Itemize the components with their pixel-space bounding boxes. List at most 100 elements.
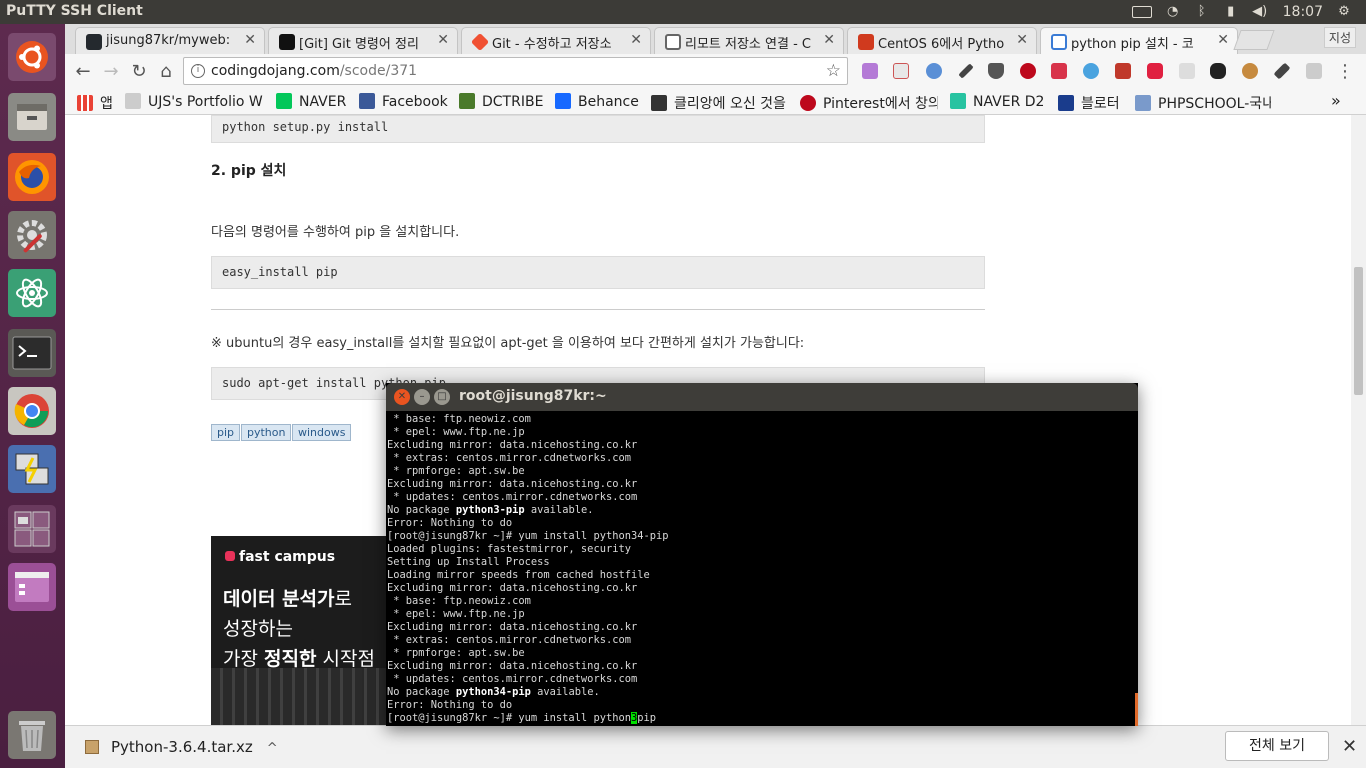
launcher-atom[interactable] [5, 266, 59, 320]
package-name: python3-pip [455, 504, 525, 516]
tab-git-commands[interactable]: [Git] Git 명령어 정리 ✕ [268, 27, 458, 54]
extension-icon[interactable] [1306, 63, 1322, 79]
ad-line-3-pre: 가장 [223, 648, 264, 670]
bookmark-label: DCTRIBE [482, 94, 544, 110]
back-arrow-icon[interactable]: ← [71, 60, 95, 84]
extension-icon[interactable] [1210, 63, 1226, 79]
putty-terminal-window[interactable]: ✕ – □ root@jisung87kr:~ * base: ftp.neow… [386, 383, 1138, 726]
download-item[interactable]: Python-3.6.4.tar.xz ^ [85, 738, 278, 756]
terminal-line: Excluding mirror: data.nicehosting.co.kr [387, 582, 638, 594]
bookmark-clien[interactable]: 클리앙에 오신 것을 [651, 93, 791, 113]
close-tab-icon[interactable]: ✕ [1016, 32, 1028, 48]
battery-icon[interactable]: ▮ [1223, 5, 1239, 19]
forward-arrow-icon[interactable]: → [99, 60, 123, 84]
bookmark-facebook[interactable]: Facebook [359, 93, 448, 110]
close-tab-icon[interactable]: ✕ [630, 32, 642, 48]
close-tab-icon[interactable]: ✕ [1217, 32, 1229, 48]
clock[interactable]: 18:07 [1283, 4, 1323, 20]
bookmark-star-icon[interactable]: ☆ [826, 61, 841, 81]
launcher-firefox[interactable] [5, 150, 59, 204]
pinterest-icon[interactable] [1020, 63, 1036, 79]
bookmark-behance[interactable]: Behance [555, 93, 639, 110]
close-tab-icon[interactable]: ✕ [437, 32, 449, 48]
dash-home-button[interactable] [5, 30, 59, 84]
tab-label: CentOS 6에서 Pytho [878, 37, 1005, 52]
tab-python-pip[interactable]: python pip 설치 - 코 ✕ [1040, 27, 1238, 54]
wifi-icon[interactable]: ◔ [1165, 5, 1181, 19]
tab-centos-python[interactable]: CentOS 6에서 Pytho ✕ [847, 27, 1037, 54]
terminal-resize-edge[interactable] [1135, 693, 1138, 726]
maximize-window-icon[interactable]: □ [434, 389, 450, 405]
address-bar[interactable]: i codingdojang.com/scode/371 ☆ [183, 57, 848, 85]
site-info-icon[interactable]: i [191, 64, 205, 78]
tab-git-docs[interactable]: Git - 수정하고 저장소 ✕ [461, 27, 651, 54]
bookmark-naver[interactable]: NAVER [276, 93, 346, 110]
volume-icon[interactable]: ◀) [1252, 5, 1268, 19]
close-tab-icon[interactable]: ✕ [823, 32, 835, 48]
terminal-icon [8, 329, 56, 377]
terminal-titlebar[interactable]: ✕ – □ root@jisung87kr:~ [386, 383, 1138, 411]
close-tab-icon[interactable]: ✕ [244, 32, 256, 48]
launcher-workspace-switcher[interactable] [5, 502, 59, 556]
launcher-trash[interactable] [5, 708, 59, 762]
extension-icon[interactable] [1115, 63, 1131, 79]
extension-icon[interactable] [1147, 63, 1163, 79]
tab-remote-repo[interactable]: 리모트 저장소 연결 - C ✕ [654, 27, 844, 54]
pocket-icon[interactable] [988, 63, 1004, 79]
terminal-output[interactable]: * base: ftp.neowiz.com * epel: www.ftp.n… [386, 411, 1138, 726]
bookmark-label: Behance [578, 94, 639, 110]
extension-icon[interactable] [1179, 63, 1195, 79]
launcher-chrome[interactable] [5, 384, 59, 438]
launcher-app-window[interactable] [5, 560, 59, 614]
bookmarks-overflow-icon[interactable]: » [1331, 91, 1341, 110]
bookmark-naver-d2[interactable]: NAVER D2 [950, 93, 1044, 110]
bookmark-label: 클리앙에 오신 것을 [674, 96, 786, 112]
tag-windows[interactable]: windows [292, 424, 352, 441]
extension-icon[interactable] [862, 63, 878, 79]
tab-github[interactable]: jisung87kr/myweb: ✕ [75, 27, 265, 54]
terminal-line: No package python3-pip available. [387, 504, 594, 516]
code-block: easy_install pip [211, 256, 985, 289]
chevron-up-icon[interactable]: ^ [267, 741, 278, 756]
bookmark-pinterest[interactable]: Pinterest에서 창의 [800, 93, 938, 113]
show-all-downloads-button[interactable]: 전체 보기 [1225, 731, 1329, 761]
terminal-line: * base: ftp.neowiz.com [387, 595, 531, 607]
bookmark-bloter[interactable]: 블로터 [1058, 93, 1120, 113]
launcher-system-settings[interactable] [5, 208, 59, 262]
ad-line-3-rest: 시작점 [316, 648, 375, 670]
launcher-terminal[interactable] [5, 326, 59, 380]
profile-button[interactable]: 지성 [1323, 27, 1356, 48]
new-tab-button[interactable] [1233, 30, 1275, 50]
bookmark-dctribe[interactable]: DCTRIBE [459, 93, 543, 110]
application-window-icon [8, 563, 56, 611]
terminal-prompt-line[interactable]: [root@jisung87kr ~]# yum install python3… [386, 712, 1138, 725]
cloud-icon[interactable] [1083, 63, 1099, 79]
close-window-icon[interactable]: ✕ [394, 389, 410, 405]
scrollbar-thumb[interactable] [1354, 267, 1363, 395]
launcher-files[interactable] [5, 90, 59, 144]
keyboard-icon[interactable] [1131, 6, 1152, 18]
rocket-icon[interactable] [1273, 62, 1291, 80]
cookie-icon[interactable] [1242, 63, 1258, 79]
eyedropper-icon[interactable] [958, 63, 974, 79]
minimize-window-icon[interactable]: – [414, 389, 430, 405]
home-icon[interactable]: ⌂ [154, 60, 178, 84]
tag-python[interactable]: python [241, 424, 292, 441]
bookmark-ujs-portfolio[interactable]: UJS's Portfolio W [125, 93, 273, 110]
settings-gear-icon[interactable]: ⚙ [1336, 5, 1352, 19]
extension-icon[interactable] [893, 63, 909, 79]
terminal-line: Excluding mirror: data.nicehosting.co.kr [387, 660, 638, 672]
page-scrollbar[interactable] [1351, 115, 1366, 725]
reload-icon[interactable]: ↻ [127, 60, 151, 84]
extension-icon[interactable] [926, 63, 942, 79]
close-download-bar-icon[interactable]: ✕ [1342, 736, 1357, 757]
terminal-line: * base: ftp.neowiz.com [387, 413, 531, 425]
terminal-line: * updates: centos.mirror.cdnetworks.com [387, 491, 638, 503]
bookmark-phpschool[interactable]: PHPSCHOOL-국내 [1135, 93, 1271, 113]
bookmark-apps[interactable]: 앱 [77, 93, 113, 113]
bluetooth-icon[interactable]: ᛒ [1194, 5, 1210, 19]
launcher-putty[interactable] [5, 442, 59, 496]
chrome-menu-icon[interactable]: ⋮ [1333, 60, 1357, 84]
tag-pip[interactable]: pip [211, 424, 241, 441]
extension-icon[interactable] [1051, 63, 1067, 79]
